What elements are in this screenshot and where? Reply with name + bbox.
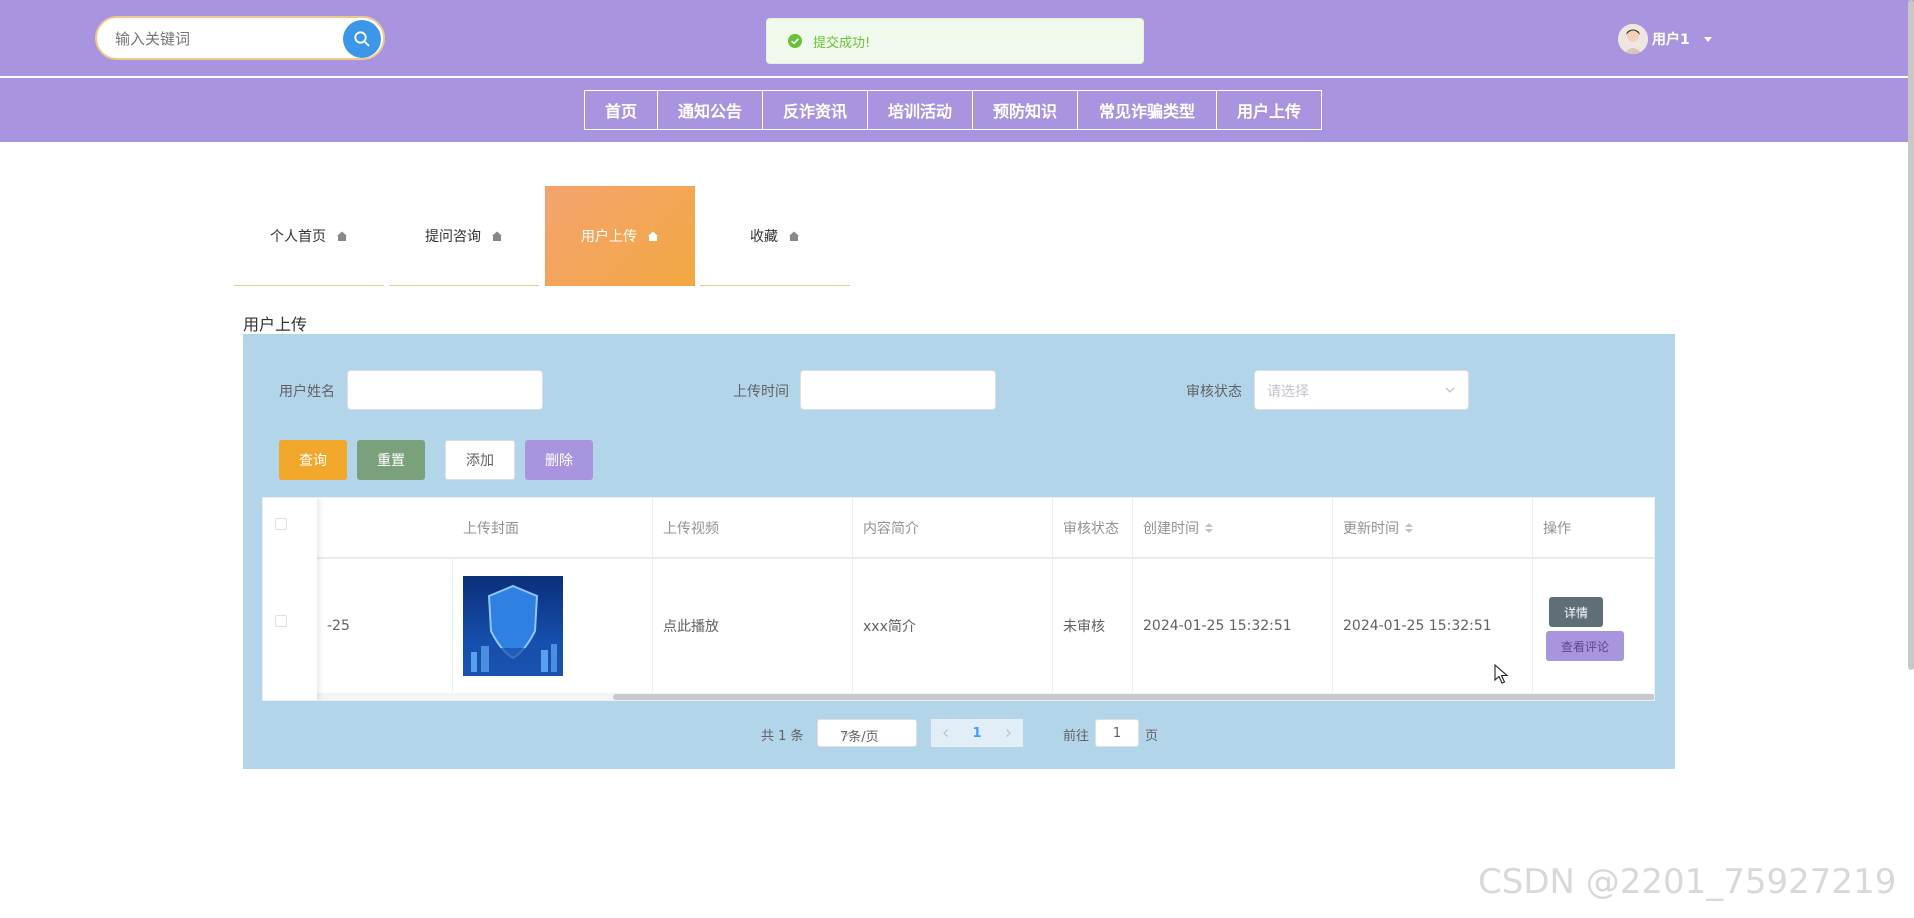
tab-user-upload[interactable]: 用户上传 [545, 186, 695, 286]
time-filter-label: 上传时间 [733, 384, 789, 400]
nav-item-fraud-types[interactable]: 常见诈骗类型 [1077, 90, 1217, 130]
tab-label: 收藏 [750, 228, 778, 245]
goto-label: 前往 [1063, 729, 1090, 744]
query-button[interactable]: 查询 [279, 440, 347, 480]
search-button[interactable] [343, 20, 381, 58]
main-nav: 首页 通知公告 反诈资讯 培训活动 预防知识 常见诈骗类型 用户上传 [584, 90, 1322, 130]
cell-status: 未审核 [1053, 559, 1133, 692]
cover-image[interactable] [463, 575, 563, 676]
caret-down-icon [1703, 36, 1712, 42]
goto-page-input[interactable]: 1 [1095, 719, 1139, 747]
scrollbar-thumb[interactable] [613, 694, 1654, 700]
cell-intro: xxx简介 [853, 559, 1053, 692]
delete-button[interactable]: 删除 [525, 440, 593, 480]
tab-questions[interactable]: 提问咨询 [389, 186, 539, 286]
toast-message: 提交成功! [813, 35, 871, 51]
cell-cover [453, 559, 653, 692]
prev-page-button[interactable] [931, 719, 961, 747]
next-page-button[interactable] [993, 719, 1023, 747]
add-button[interactable]: 添加 [445, 440, 515, 480]
search-input[interactable] [113, 27, 327, 51]
header-video: 上传视频 [653, 498, 853, 557]
header-intro: 内容简介 [853, 498, 1053, 557]
header-actions: 操作 [1533, 498, 1654, 557]
upload-panel: 用户姓名 上传时间 审核状态 请选择 查询 重置 添加 删除 上传封面 上传视频… [243, 334, 1675, 769]
chevron-right-icon [1006, 729, 1011, 737]
tab-personal-home[interactable]: 个人首页 [234, 186, 384, 286]
header-created-label: 创建时间 [1143, 520, 1199, 537]
chevron-down-icon [1444, 384, 1456, 396]
header-cover: 上传封面 [453, 498, 653, 557]
search-box [95, 16, 385, 60]
status-filter-label: 审核状态 [1186, 384, 1242, 400]
chevron-down-icon [840, 728, 852, 740]
check-circle-icon [787, 33, 803, 49]
detail-button[interactable]: 详情 [1549, 597, 1603, 627]
tab-label: 用户上传 [581, 229, 637, 245]
user-name: 用户1 [1652, 32, 1690, 48]
name-filter-label: 用户姓名 [279, 384, 335, 400]
chevron-left-icon [943, 729, 948, 737]
uploads-table: 上传封面 上传视频 内容简介 审核状态 创建时间 更新时间 操作 -25 点此播… [262, 497, 1655, 701]
cell-id: -25 [317, 559, 453, 692]
total-count: 共 1 条 [761, 729, 804, 744]
time-filter-input[interactable] [800, 370, 996, 410]
home-icon [647, 230, 659, 242]
success-toast: 提交成功! [766, 18, 1144, 64]
nav-item-user-upload[interactable]: 用户上传 [1216, 90, 1322, 130]
header-created[interactable]: 创建时间 [1133, 498, 1333, 557]
status-select-placeholder: 请选择 [1267, 384, 1309, 400]
cell-created: 2024-01-25 15:32:51 [1133, 559, 1333, 692]
page-scrollbar[interactable] [1908, 0, 1914, 670]
home-icon [788, 230, 800, 242]
user-menu[interactable]: 用户1 [1618, 24, 1712, 54]
header-updated[interactable]: 更新时间 [1333, 498, 1533, 557]
row-checkbox[interactable] [275, 615, 287, 627]
watermark: CSDN @2201_75927219 [1478, 862, 1897, 902]
page-suffix: 页 [1145, 729, 1159, 744]
search-icon [354, 31, 370, 47]
header-status: 审核状态 [1053, 498, 1133, 557]
nav-item-training[interactable]: 培训活动 [867, 90, 973, 130]
table-header-row: 上传封面 上传视频 内容简介 审核状态 创建时间 更新时间 操作 [263, 498, 1654, 559]
nav-item-notices[interactable]: 通知公告 [657, 90, 763, 130]
nav-item-news[interactable]: 反诈资讯 [762, 90, 868, 130]
tab-label: 个人首页 [270, 228, 326, 245]
home-icon [491, 230, 503, 242]
view-comments-button[interactable]: 查看评论 [1546, 631, 1624, 661]
header-updated-label: 更新时间 [1343, 520, 1399, 537]
mouse-cursor-icon [1494, 664, 1509, 684]
section-title: 用户上传 [243, 315, 308, 334]
home-icon [336, 230, 348, 242]
sort-icon[interactable] [1405, 522, 1413, 533]
status-select[interactable]: 请选择 [1254, 370, 1469, 410]
table-row: -25 点此播放 xxx简介 未审核 2024-01-25 15:32:51 2… [263, 559, 1654, 692]
page-size-select[interactable]: 7条/页 [817, 719, 917, 747]
reset-button[interactable]: 重置 [357, 440, 425, 480]
select-all-checkbox[interactable] [275, 518, 287, 530]
page-number[interactable]: 1 [961, 719, 993, 747]
name-filter-input[interactable] [347, 370, 543, 410]
avatar [1618, 24, 1648, 54]
sort-icon[interactable] [1205, 522, 1213, 533]
cell-video[interactable]: 点此播放 [653, 559, 853, 692]
tab-favorites[interactable]: 收藏 [700, 186, 850, 286]
nav-item-home[interactable]: 首页 [584, 90, 658, 130]
nav-item-prevention[interactable]: 预防知识 [972, 90, 1078, 130]
selection-column [263, 498, 317, 700]
tab-label: 提问咨询 [425, 228, 481, 245]
